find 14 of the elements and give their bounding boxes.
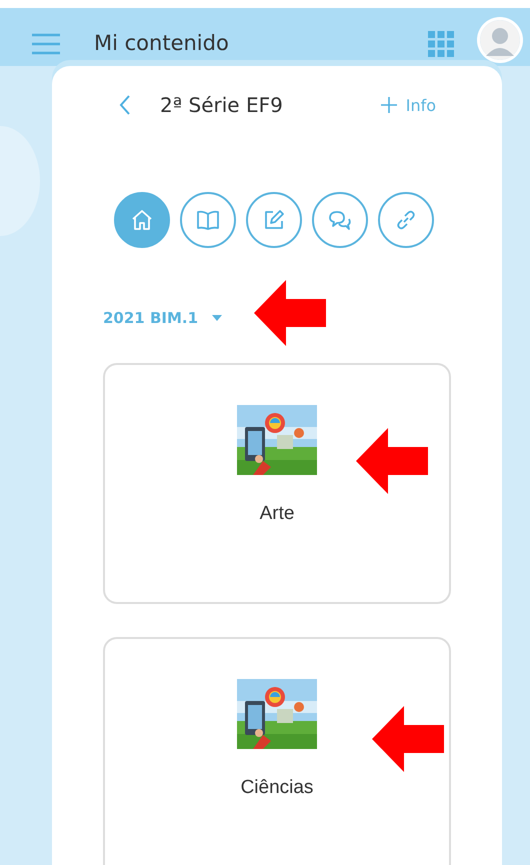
annotation-arrow — [356, 428, 428, 494]
apps-grid-icon[interactable] — [428, 31, 454, 57]
menu-icon[interactable] — [32, 33, 60, 55]
back-icon[interactable] — [118, 94, 132, 116]
subject-card[interactable]: Arte — [103, 363, 451, 604]
class-title: 2ª Série EF9 — [160, 93, 284, 117]
subject-card[interactable]: Ciências — [103, 637, 451, 865]
annotation-arrow — [372, 706, 444, 772]
app-title: Mi contenido — [94, 31, 230, 55]
plus-icon — [380, 96, 398, 114]
subject-name: Arte — [260, 503, 294, 525]
subject-name: Ciências — [240, 777, 314, 799]
annotation-arrow — [254, 280, 326, 346]
caret-icon — [212, 315, 222, 321]
